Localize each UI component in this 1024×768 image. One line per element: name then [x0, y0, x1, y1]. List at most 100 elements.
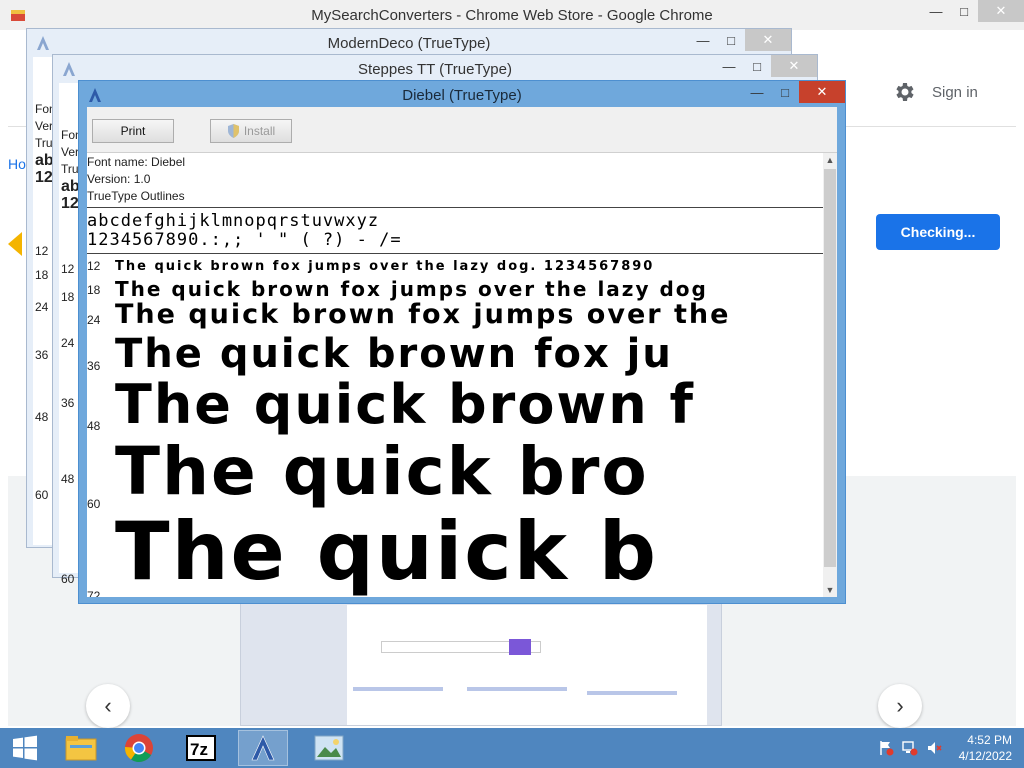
taskbar-font-viewer[interactable] — [238, 730, 288, 766]
chrome-titlebar[interactable]: MySearchConverters - Chrome Web Store - … — [0, 0, 1024, 30]
lowercase-charset: abcdefghijklmnopqrstuvwxyz — [87, 211, 380, 231]
strip-size: 60 — [61, 572, 75, 586]
separator — [87, 207, 823, 208]
carousel-screenshot[interactable] — [240, 590, 722, 726]
sample-size: 48 — [87, 419, 101, 433]
diebel-window: Diebel (TrueType) — □ ✕ Print Install Fo… — [78, 80, 846, 604]
sample-text: The quick brown fox jumps over the — [115, 299, 731, 330]
extension-logo — [8, 232, 22, 256]
taskbar-photo-viewer[interactable] — [304, 730, 354, 766]
action-center-flag-icon[interactable] — [878, 740, 894, 756]
minimize-icon[interactable]: — — [922, 0, 950, 22]
sample-text: The quick b — [115, 505, 659, 597]
steppes-titlebar[interactable]: Steppes TT (TrueType) — □ ✕ — [53, 55, 817, 83]
sample-text: The quick brown fox ju — [115, 331, 673, 377]
strip-size: 48 — [35, 410, 49, 424]
folder-icon — [65, 736, 97, 761]
sample-text: The quick brown fox jumps over the lazy … — [115, 259, 655, 274]
close-icon[interactable]: ✕ — [799, 81, 845, 103]
diebel-title: Diebel (TrueType) — [402, 87, 522, 104]
carousel-result-line — [587, 691, 677, 695]
sign-in-link[interactable]: Sign in — [932, 84, 978, 101]
vertical-scrollbar[interactable]: ▲ ▼ — [823, 153, 837, 597]
chevron-left-icon: ‹ — [104, 693, 112, 718]
strip-size: 36 — [61, 396, 75, 410]
gear-icon[interactable] — [892, 80, 916, 104]
font-outline-type: TrueType Outlines — [87, 189, 185, 203]
taskbar-7zip[interactable]: 7z — [176, 730, 226, 766]
diebel-toolbar: Print Install — [87, 107, 837, 153]
carousel-next-button[interactable]: › — [878, 684, 922, 728]
separator — [87, 253, 823, 254]
start-button[interactable] — [0, 730, 50, 766]
7zip-icon: 7z — [186, 735, 216, 761]
strip-size: 60 — [35, 488, 49, 502]
scrollbar-thumb[interactable] — [824, 169, 836, 567]
sample-size: 18 — [87, 283, 101, 297]
maximize-icon[interactable]: □ — [743, 55, 771, 77]
taskbar-file-explorer[interactable] — [56, 730, 106, 766]
maximize-icon[interactable]: □ — [717, 29, 745, 51]
maximize-icon[interactable]: □ — [950, 0, 978, 22]
install-label: Install — [243, 124, 276, 138]
network-icon[interactable] — [902, 740, 918, 756]
strip-size: 12 — [35, 244, 49, 258]
moderndeco-title: ModernDeco (TrueType) — [327, 35, 491, 52]
sample-text: The quick brown f — [115, 373, 696, 436]
strip-size: 36 — [35, 348, 49, 362]
system-tray: 4:52 PM 4/12/2022 — [864, 728, 1024, 768]
font-version: Version: 1.0 — [87, 172, 151, 186]
digits-charset: 1234567890.:,; ' " ( ?) - /= — [87, 230, 402, 250]
volume-muted-icon[interactable] — [926, 740, 942, 756]
close-icon[interactable]: ✕ — [978, 0, 1024, 22]
diebel-titlebar[interactable]: Diebel (TrueType) — □ ✕ — [79, 81, 845, 109]
minimize-icon[interactable]: — — [715, 55, 743, 77]
strip-size: 18 — [61, 290, 75, 304]
font-name: Font name: Diebel — [87, 155, 186, 169]
close-icon[interactable]: ✕ — [771, 55, 817, 77]
strip-size: 24 — [35, 300, 49, 314]
font-viewer-icon — [251, 735, 275, 761]
strip-size: 24 — [61, 336, 75, 350]
clock-time: 4:52 PM — [967, 733, 1012, 747]
carousel-result-line — [353, 687, 443, 691]
carousel-prev-button[interactable]: ‹ — [86, 684, 130, 728]
chrome-icon — [124, 734, 153, 762]
chevron-right-icon: › — [896, 693, 904, 718]
sample-size: 36 — [87, 359, 101, 373]
photo-viewer-icon — [314, 735, 344, 761]
font-preview-area[interactable]: Font name: Diebel Version: 1.0 TrueType … — [87, 153, 823, 597]
sample-size: 12 — [87, 259, 101, 273]
carousel-search-button — [509, 639, 531, 655]
strip-size: 12 — [61, 262, 75, 276]
sample-size: 24 — [87, 313, 101, 327]
home-link[interactable]: Ho — [8, 156, 26, 172]
sample-size: 72 — [87, 589, 101, 597]
steppes-title: Steppes TT (TrueType) — [358, 61, 512, 78]
svg-text:7z: 7z — [190, 740, 208, 759]
install-button[interactable]: Install — [210, 119, 292, 143]
sample-text: The quick brown fox jumps over the lazy … — [115, 277, 708, 301]
close-icon[interactable]: ✕ — [745, 29, 791, 51]
sample-size: 60 — [87, 497, 101, 511]
sample-text: The quick bro — [115, 433, 649, 510]
windows-logo-icon — [13, 735, 37, 761]
checking-button[interactable]: Checking... — [876, 214, 1000, 250]
maximize-icon[interactable]: □ — [771, 81, 799, 103]
moderndeco-titlebar[interactable]: ModernDeco (TrueType) — □ ✕ — [27, 29, 791, 57]
carousel-screenshot-page — [347, 605, 707, 725]
minimize-icon[interactable]: — — [743, 81, 771, 103]
strip-size: 18 — [35, 268, 49, 282]
print-button[interactable]: Print — [92, 119, 174, 143]
strip-size: 48 — [61, 472, 75, 486]
print-label: Print — [120, 124, 146, 138]
minimize-icon[interactable]: — — [689, 29, 717, 51]
clock[interactable]: 4:52 PM 4/12/2022 — [959, 732, 1012, 764]
chrome-window-title: MySearchConverters - Chrome Web Store - … — [311, 7, 713, 24]
clock-date: 4/12/2022 — [958, 749, 1012, 763]
scroll-down-icon[interactable]: ▼ — [823, 583, 837, 597]
taskbar-chrome[interactable] — [114, 730, 164, 766]
carousel-result-line — [467, 687, 567, 691]
taskbar: 7z 4:52 PM 4/12/2022 — [0, 728, 1024, 768]
scroll-up-icon[interactable]: ▲ — [823, 153, 837, 167]
